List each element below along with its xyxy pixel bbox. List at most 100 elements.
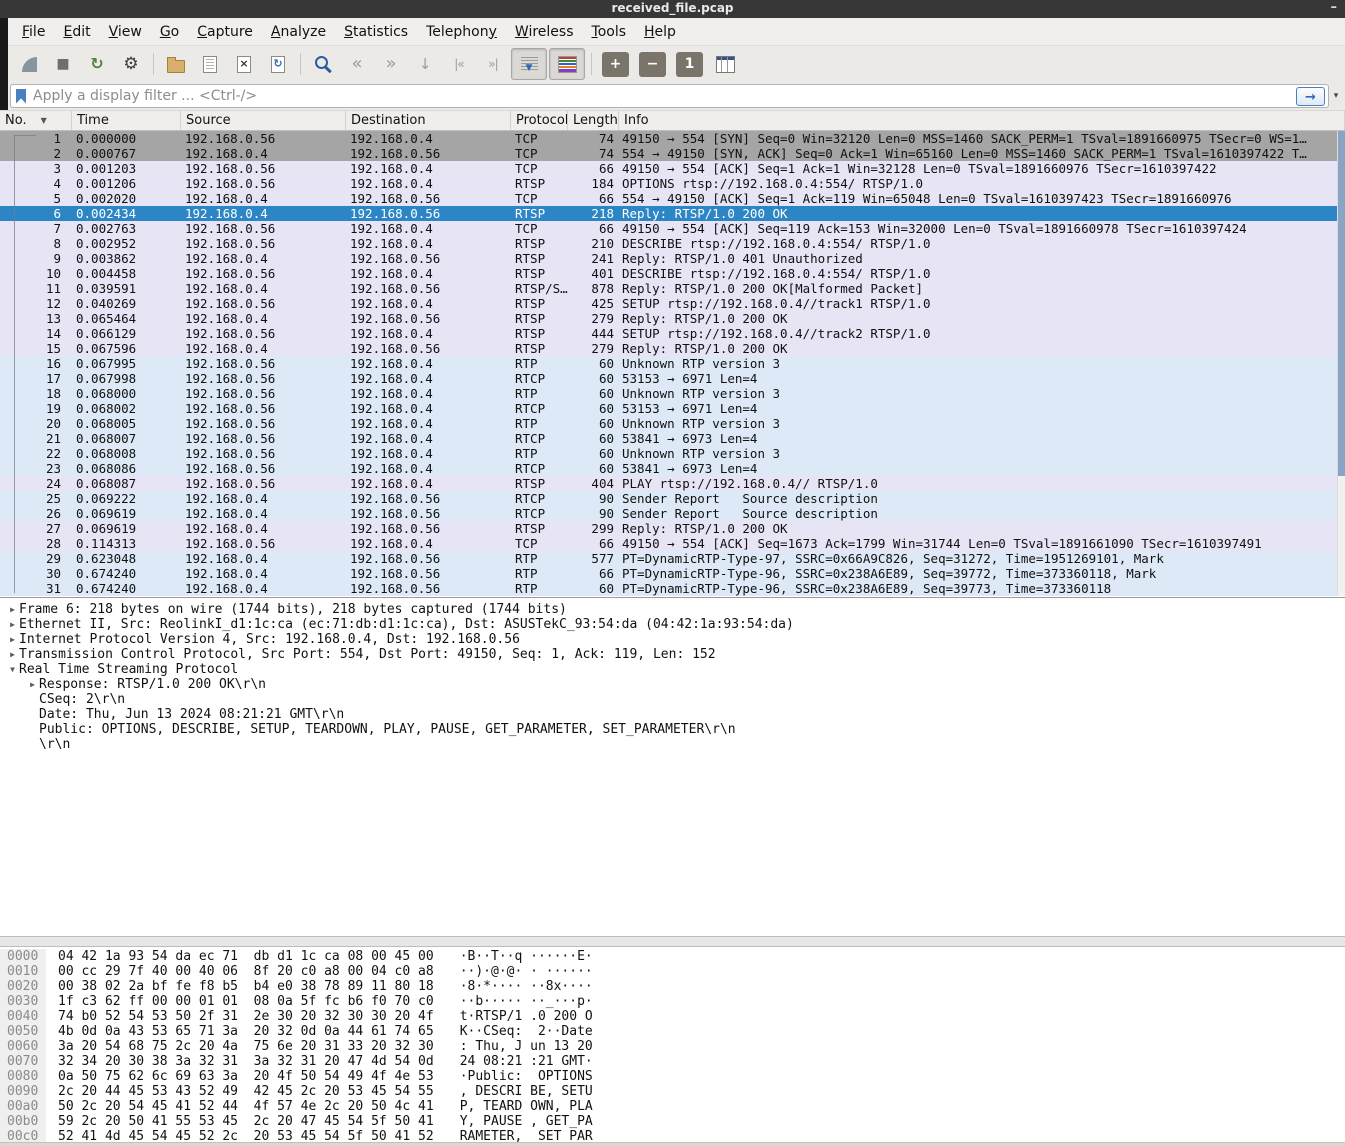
- packet-row[interactable]: 140.066129192.168.0.56192.168.0.4RTSP444…: [0, 326, 1337, 341]
- packet-row[interactable]: 200.068005192.168.0.56192.168.0.4RTP60Un…: [0, 416, 1337, 431]
- packet-row[interactable]: 60.002434192.168.0.4192.168.0.56RTSP218R…: [0, 206, 1337, 221]
- auto-scroll-button[interactable]: ▼: [511, 48, 547, 80]
- zoom-100-button[interactable]: 1: [676, 52, 703, 77]
- column-header-protocol[interactable]: Protocol: [511, 111, 568, 130]
- packet-row[interactable]: 30.001203192.168.0.56192.168.0.4TCP66491…: [0, 161, 1337, 176]
- expander-closed-icon[interactable]: ▶: [26, 680, 39, 689]
- packet-row[interactable]: 130.065464192.168.0.4192.168.0.56RTSP279…: [0, 311, 1337, 326]
- packet-row[interactable]: 10.000000192.168.0.56192.168.0.4TCP74491…: [0, 131, 1337, 146]
- resize-columns-button[interactable]: [709, 49, 741, 79]
- menu-telephony[interactable]: Telephony: [417, 24, 506, 40]
- packet-row[interactable]: 260.069619192.168.0.4192.168.0.56RTCP90S…: [0, 506, 1337, 521]
- menu-analyze[interactable]: Analyze: [262, 24, 335, 40]
- pane-splitter[interactable]: ······: [0, 936, 1345, 947]
- detail-row[interactable]: Public: OPTIONS, DESCRIBE, SETUP, TEARDO…: [0, 722, 1345, 737]
- detail-row[interactable]: ▶Frame 6: 218 bytes on wire (1744 bits),…: [0, 602, 1345, 617]
- last-packet-button[interactable]: »|: [477, 49, 509, 79]
- detail-row[interactable]: ▶Transmission Control Protocol, Src Port…: [0, 647, 1345, 662]
- column-header-time[interactable]: Time: [72, 111, 181, 130]
- menu-edit[interactable]: Edit: [54, 24, 99, 40]
- capture-stop-button[interactable]: ■: [47, 49, 79, 79]
- packet-row[interactable]: 180.068000192.168.0.56192.168.0.4RTP60Un…: [0, 386, 1337, 401]
- scrollbar-thumb[interactable]: [1338, 131, 1345, 476]
- menu-tools[interactable]: Tools: [583, 24, 636, 40]
- menu-wireless[interactable]: Wireless: [506, 24, 583, 40]
- file-close-button[interactable]: ×: [228, 49, 260, 79]
- menu-view[interactable]: View: [100, 24, 151, 40]
- first-packet-button[interactable]: |«: [443, 49, 475, 79]
- expander-open-icon[interactable]: ▼: [6, 665, 19, 674]
- filter-dropdown-arrow-icon[interactable]: ▾: [1329, 91, 1343, 101]
- packet-row[interactable]: 210.068007192.168.0.56192.168.0.4RTCP605…: [0, 431, 1337, 446]
- column-header-source[interactable]: Source: [181, 111, 346, 130]
- apply-filter-button[interactable]: →: [1296, 87, 1325, 106]
- packet-row[interactable]: 150.067596192.168.0.4192.168.0.56RTSP279…: [0, 341, 1337, 356]
- detail-row[interactable]: ▶Ethernet II, Src: ReolinkI_d1:1c:ca (ec…: [0, 617, 1345, 632]
- file-open-button[interactable]: [160, 49, 192, 79]
- hex-row[interactable]: 00a050 2c 20 54 45 41 52 44 4f 57 4e 2c …: [0, 1099, 1345, 1114]
- packet-row[interactable]: 80.002952192.168.0.56192.168.0.4RTSP210D…: [0, 236, 1337, 251]
- detail-row[interactable]: ▼Real Time Streaming Protocol: [0, 662, 1345, 677]
- packet-row[interactable]: 240.068087192.168.0.56192.168.0.4RTSP404…: [0, 476, 1337, 491]
- hex-row[interactable]: 00504b 0d 0a 43 53 65 71 3a 20 32 0d 0a …: [0, 1024, 1345, 1039]
- hex-row[interactable]: 000004 42 1a 93 54 da ec 71 db d1 1c ca …: [0, 949, 1345, 964]
- packet-row[interactable]: 310.674240192.168.0.4192.168.0.56RTP60PT…: [0, 581, 1337, 596]
- packet-row[interactable]: 70.002763192.168.0.56192.168.0.4TCP66491…: [0, 221, 1337, 236]
- column-header-info[interactable]: Info: [619, 111, 1345, 130]
- packet-row[interactable]: 160.067995192.168.0.56192.168.0.4RTP60Un…: [0, 356, 1337, 371]
- packet-row[interactable]: 110.039591192.168.0.4192.168.0.56RTSP/S……: [0, 281, 1337, 296]
- detail-row[interactable]: ▶Response: RTSP/1.0 200 OK\r\n: [0, 677, 1345, 692]
- packet-row[interactable]: 90.003862192.168.0.4192.168.0.56RTSP241R…: [0, 251, 1337, 266]
- display-filter-input[interactable]: Apply a display filter ... <Ctrl-/> →: [10, 84, 1329, 108]
- packet-row[interactable]: 300.674240192.168.0.4192.168.0.56RTP66PT…: [0, 566, 1337, 581]
- go-forward-button[interactable]: »: [375, 49, 407, 79]
- capture-restart-button[interactable]: ↻: [81, 49, 113, 79]
- column-header-destination[interactable]: Destination: [346, 111, 511, 130]
- hex-row[interactable]: 00b059 2c 20 50 41 55 53 45 2c 20 47 45 …: [0, 1114, 1345, 1129]
- go-to-packet-button[interactable]: ↓: [409, 49, 441, 79]
- detail-row[interactable]: CSeq: 2\r\n: [0, 692, 1345, 707]
- hex-row[interactable]: 00301f c3 62 ff 00 00 01 01 08 0a 5f fc …: [0, 994, 1345, 1009]
- hex-row[interactable]: 002000 38 02 2a bf fe f8 b5 b4 e0 38 78 …: [0, 979, 1345, 994]
- hex-row[interactable]: 00603a 20 54 68 75 2c 20 4a 75 6e 20 31 …: [0, 1039, 1345, 1054]
- packet-row[interactable]: 230.068086192.168.0.56192.168.0.4RTCP605…: [0, 461, 1337, 476]
- column-header-length[interactable]: Length: [568, 111, 619, 130]
- packet-row[interactable]: 170.067998192.168.0.56192.168.0.4RTCP605…: [0, 371, 1337, 386]
- hex-row[interactable]: 004074 b0 52 54 53 50 2f 31 2e 30 20 32 …: [0, 1009, 1345, 1024]
- go-back-button[interactable]: «: [341, 49, 373, 79]
- packet-list-scrollbar[interactable]: [1337, 131, 1345, 596]
- expander-closed-icon[interactable]: ▶: [6, 605, 19, 614]
- packet-row[interactable]: 250.069222192.168.0.4192.168.0.56RTCP90S…: [0, 491, 1337, 506]
- packet-row[interactable]: 120.040269192.168.0.56192.168.0.4RTSP425…: [0, 296, 1337, 311]
- packet-row[interactable]: 100.004458192.168.0.56192.168.0.4RTSP401…: [0, 266, 1337, 281]
- expander-closed-icon[interactable]: ▶: [6, 635, 19, 644]
- reload-button[interactable]: ↻: [262, 49, 294, 79]
- zoom-in-button[interactable]: +: [602, 52, 629, 77]
- hex-row[interactable]: 00800a 50 75 62 6c 69 63 3a 20 4f 50 54 …: [0, 1069, 1345, 1084]
- colorize-button[interactable]: [549, 48, 585, 80]
- hex-row[interactable]: 001000 cc 29 7f 40 00 40 06 8f 20 c0 a8 …: [0, 964, 1345, 979]
- packet-row[interactable]: 270.069619192.168.0.4192.168.0.56RTSP299…: [0, 521, 1337, 536]
- packet-row[interactable]: 220.068008192.168.0.56192.168.0.4RTP60Un…: [0, 446, 1337, 461]
- filter-bookmark-icon[interactable]: [16, 89, 26, 104]
- expander-closed-icon[interactable]: ▶: [6, 650, 19, 659]
- packet-row[interactable]: 290.623048192.168.0.4192.168.0.56RTP577P…: [0, 551, 1337, 566]
- packet-row[interactable]: 50.002020192.168.0.4192.168.0.56TCP66554…: [0, 191, 1337, 206]
- menu-help[interactable]: Help: [635, 24, 685, 40]
- expander-closed-icon[interactable]: ▶: [6, 620, 19, 629]
- zoom-out-button[interactable]: −: [639, 52, 666, 77]
- packet-row[interactable]: 40.001206192.168.0.56192.168.0.4RTSP184O…: [0, 176, 1337, 191]
- detail-row[interactable]: Date: Thu, Jun 13 2024 08:21:21 GMT\r\n: [0, 707, 1345, 722]
- menu-statistics[interactable]: Statistics: [335, 24, 417, 40]
- capture-options-button[interactable]: ⚙: [115, 49, 147, 79]
- hex-row[interactable]: 00902c 20 44 45 53 43 52 49 42 45 2c 20 …: [0, 1084, 1345, 1099]
- file-save-button[interactable]: [194, 49, 226, 79]
- find-packet-button[interactable]: [307, 49, 339, 79]
- column-header-no[interactable]: No.▼: [0, 111, 72, 130]
- capture-start-button[interactable]: [13, 49, 45, 79]
- menu-capture[interactable]: Capture: [188, 24, 262, 40]
- minimize-button[interactable]: –: [1331, 0, 1338, 16]
- packet-row[interactable]: 280.114313192.168.0.56192.168.0.4TCP6649…: [0, 536, 1337, 551]
- hex-row[interactable]: 007032 34 20 30 38 3a 32 31 3a 32 31 20 …: [0, 1054, 1345, 1069]
- detail-row[interactable]: ▶Internet Protocol Version 4, Src: 192.1…: [0, 632, 1345, 647]
